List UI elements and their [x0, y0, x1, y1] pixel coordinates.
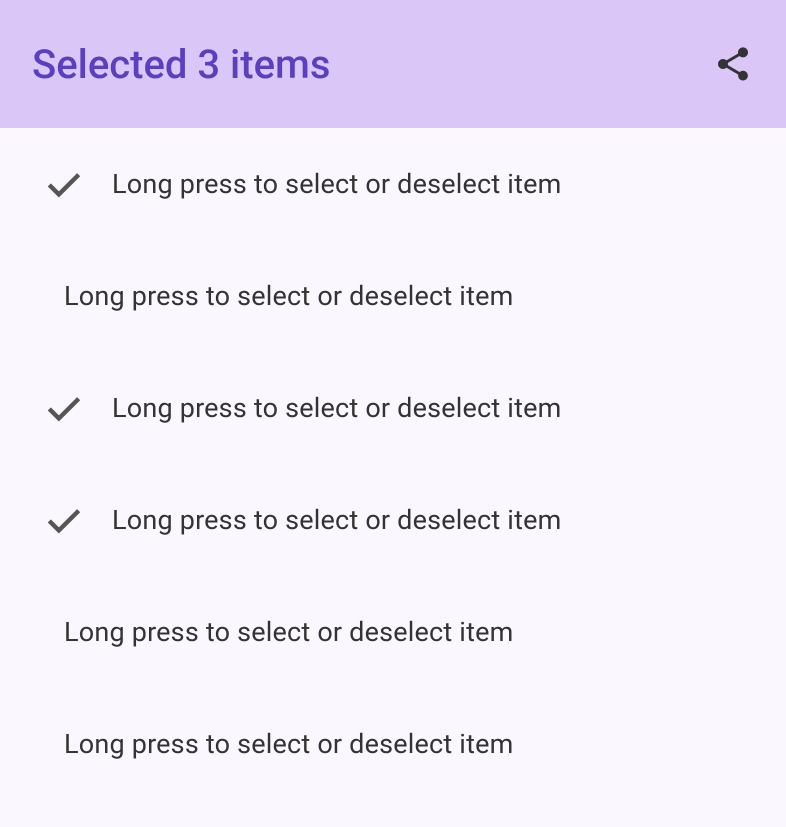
share-icon — [713, 44, 753, 84]
item-label: Long press to select or deselect item — [112, 168, 562, 200]
list-item[interactable]: Long press to select or deselect item — [0, 352, 786, 464]
check-icon — [40, 160, 88, 208]
item-label: Long press to select or deselect item — [64, 280, 514, 312]
check-icon — [40, 496, 88, 544]
list-item[interactable]: Long press to select or deselect item — [0, 128, 786, 240]
item-label: Long press to select or deselect item — [64, 616, 514, 648]
item-label: Long press to select or deselect item — [64, 728, 514, 760]
list-item[interactable]: Long press to select or deselect item — [0, 240, 786, 352]
app-bar: Selected 3 items — [0, 0, 786, 128]
item-label: Long press to select or deselect item — [112, 392, 562, 424]
check-icon — [40, 384, 88, 432]
page-title: Selected 3 items — [32, 41, 330, 88]
list-item[interactable]: Long press to select or deselect item — [0, 464, 786, 576]
list-item[interactable]: Long press to select or deselect item — [0, 688, 786, 800]
item-list: Long press to select or deselect item Lo… — [0, 128, 786, 800]
share-button[interactable] — [712, 43, 754, 85]
list-item[interactable]: Long press to select or deselect item — [0, 576, 786, 688]
item-label: Long press to select or deselect item — [112, 504, 562, 536]
